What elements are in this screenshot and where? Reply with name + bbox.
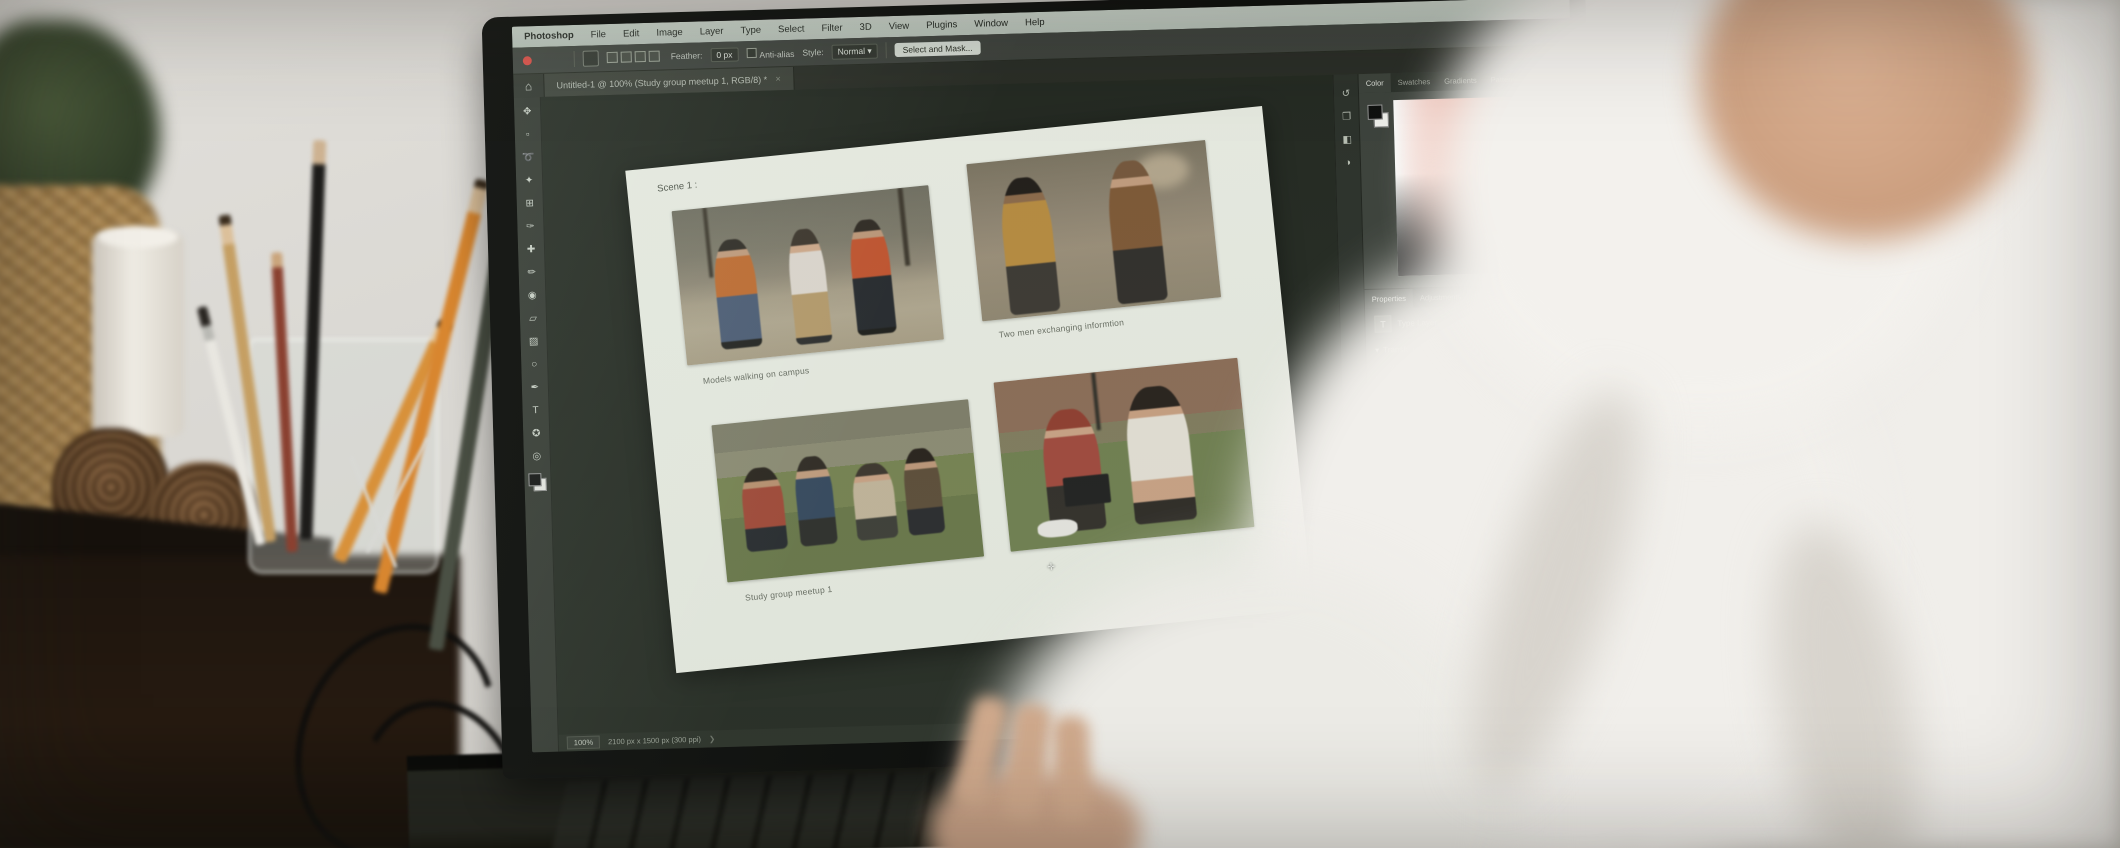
- select-and-mask-button[interactable]: Select and Mask...: [894, 40, 981, 58]
- foreground-color-swatch[interactable]: [528, 473, 542, 487]
- figure-student-khaki: [850, 461, 900, 541]
- document-tab-title: Untitled-1 @ 100% (Study group meetup 1,…: [556, 74, 768, 90]
- menu-item-3d[interactable]: 3D: [859, 22, 871, 33]
- minimize-window-button[interactable]: [540, 55, 549, 64]
- photo-caption: Models walking on campus: [702, 365, 810, 386]
- close-window-button[interactable]: [522, 55, 532, 65]
- anti-alias-control[interactable]: Anti-alias: [746, 47, 795, 60]
- menu-item-image[interactable]: Image: [656, 27, 683, 39]
- add-selection-icon[interactable]: [620, 50, 632, 63]
- menu-item-photoshop[interactable]: Photoshop: [524, 30, 574, 42]
- figure-student-red: [739, 465, 789, 552]
- adjustments-panel-icon[interactable]: ◑: [1345, 157, 1351, 168]
- photo-of-workspace: Photoshop File Edit Image Layer Type Sel…: [0, 0, 2120, 848]
- photo-two-men: [966, 139, 1222, 322]
- photo-caption: Two men exchanging informtion: [998, 317, 1125, 340]
- close-tab-icon[interactable]: ✕: [775, 75, 781, 83]
- menu-item-file[interactable]: File: [591, 29, 607, 40]
- menu-item-filter[interactable]: Filter: [821, 22, 842, 34]
- tree-trunk: [897, 187, 911, 266]
- style-dropdown[interactable]: Normal ▾: [831, 43, 878, 60]
- tree-trunk: [702, 207, 714, 278]
- crop-tool-icon[interactable]: ⊞: [520, 193, 541, 215]
- style-value: Normal: [837, 45, 866, 57]
- type-tool-icon[interactable]: T: [525, 400, 546, 422]
- figure-man-red-jacket: [846, 217, 897, 336]
- home-button[interactable]: ⌂: [513, 73, 545, 98]
- document-size-readout: 2100 px x 1500 px (300 ppi): [607, 734, 702, 747]
- caret-down-icon: ▾: [867, 45, 872, 56]
- divider: [573, 50, 575, 68]
- figure-man-mustard-coat: [996, 175, 1061, 316]
- blur-tool-icon[interactable]: ○: [524, 354, 545, 376]
- eraser-tool-icon[interactable]: ▱: [523, 308, 544, 330]
- divider: [885, 42, 887, 59]
- hand-tool-icon[interactable]: ✪: [526, 423, 547, 445]
- chevron-right-icon[interactable]: ❯: [709, 734, 716, 743]
- zoom-window-button[interactable]: [557, 55, 566, 64]
- photo-women-laptop: [993, 357, 1255, 552]
- channels-panel-icon[interactable]: ◧: [1342, 134, 1352, 145]
- laptop-in-photo: [1062, 473, 1112, 507]
- menu-item-select[interactable]: Select: [778, 24, 805, 36]
- white-candle: [92, 232, 184, 437]
- zoom-level-input[interactable]: 100%: [566, 735, 601, 750]
- feather-input[interactable]: 0 px: [710, 47, 739, 63]
- quick-selection-tool-icon[interactable]: ✦: [519, 170, 540, 192]
- photo-models-walking: [671, 185, 944, 366]
- anti-alias-checkbox[interactable]: [746, 47, 757, 59]
- style-label: Style:: [802, 47, 824, 58]
- healing-brush-tool-icon[interactable]: ✚: [521, 239, 542, 261]
- anti-alias-label: Anti-alias: [759, 48, 795, 60]
- tab-color[interactable]: Color: [1358, 73, 1391, 94]
- finger: [1052, 715, 1092, 825]
- scene-label: Scene 1 :: [656, 179, 698, 195]
- home-icon: ⌂: [524, 78, 533, 93]
- candle-top: [98, 226, 178, 248]
- menu-item-type[interactable]: Type: [740, 25, 761, 37]
- pen-tool-icon[interactable]: ✒: [525, 377, 546, 399]
- foreground-color-chip[interactable]: [1367, 104, 1383, 120]
- figure-woman-white-coat: [785, 227, 833, 345]
- lamp-post: [1091, 372, 1101, 431]
- move-cursor-icon: ✛: [1046, 561, 1056, 573]
- clone-stamp-tool-icon[interactable]: ◉: [522, 285, 543, 307]
- figure-woman-white-cardigan: [1122, 383, 1198, 526]
- zoom-tool-icon[interactable]: ◎: [527, 446, 548, 468]
- figure-man-orange-jacket: [710, 237, 763, 350]
- tab-swatches[interactable]: Swatches: [1390, 72, 1437, 92]
- eyedropper-tool-icon[interactable]: ✑: [520, 216, 541, 238]
- marquee-tool-icon[interactable]: ▫: [518, 124, 539, 146]
- history-panel-icon[interactable]: ↺: [1342, 88, 1351, 99]
- menu-item-help[interactable]: Help: [1025, 17, 1045, 29]
- menu-item-layer[interactable]: Layer: [700, 26, 724, 38]
- gradient-tool-icon[interactable]: ▨: [523, 331, 544, 353]
- active-tool-icon[interactable]: [582, 50, 599, 67]
- move-tool-icon[interactable]: ✥: [517, 101, 538, 123]
- photo-caption: Study group meetup 1: [744, 583, 833, 603]
- menu-item-view[interactable]: View: [889, 21, 910, 33]
- selection-mode-buttons[interactable]: [606, 50, 663, 65]
- foreground-background-swatches[interactable]: [528, 473, 547, 492]
- menu-item-edit[interactable]: Edit: [623, 28, 640, 39]
- subtract-selection-icon[interactable]: [634, 50, 646, 62]
- figure-student-brown: [900, 446, 946, 536]
- lasso-tool-icon[interactable]: ➰: [518, 147, 539, 169]
- new-selection-icon[interactable]: [606, 51, 618, 63]
- brush-tool-icon[interactable]: ✏: [521, 262, 542, 284]
- intersect-selection-icon[interactable]: [648, 50, 660, 62]
- menu-item-window[interactable]: Window: [974, 18, 1008, 30]
- figure-student-navy: [792, 454, 838, 547]
- photo-study-group: [711, 399, 985, 583]
- layers-panel-icon[interactable]: ❒: [1342, 111, 1351, 122]
- white-sneakers: [1037, 517, 1078, 539]
- feather-label: Feather:: [670, 50, 703, 62]
- menu-item-plugins[interactable]: Plugins: [926, 19, 957, 31]
